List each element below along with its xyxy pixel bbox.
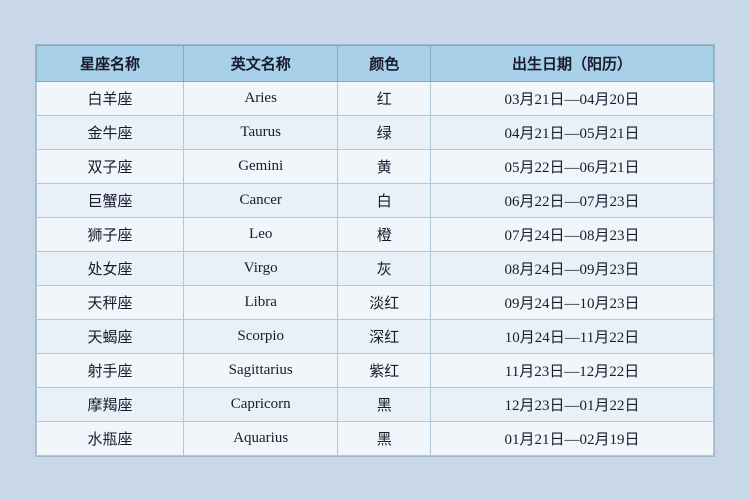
cell-chinese: 狮子座 [37, 217, 184, 251]
table-row: 处女座Virgo灰08月24日—09月23日 [37, 251, 714, 285]
cell-english: Sagittarius [183, 353, 337, 387]
cell-english: Virgo [183, 251, 337, 285]
cell-color: 黑 [338, 387, 431, 421]
cell-color: 深红 [338, 319, 431, 353]
cell-chinese: 天秤座 [37, 285, 184, 319]
cell-dates: 03月21日—04月20日 [430, 81, 713, 115]
zodiac-table-container: 星座名称 英文名称 颜色 出生日期（阳历） 白羊座Aries红03月21日—04… [35, 44, 715, 457]
cell-english: Gemini [183, 149, 337, 183]
table-row: 巨蟹座Cancer白06月22日—07月23日 [37, 183, 714, 217]
table-row: 白羊座Aries红03月21日—04月20日 [37, 81, 714, 115]
cell-dates: 12月23日—01月22日 [430, 387, 713, 421]
cell-color: 黑 [338, 421, 431, 455]
cell-chinese: 水瓶座 [37, 421, 184, 455]
cell-chinese: 巨蟹座 [37, 183, 184, 217]
cell-color: 橙 [338, 217, 431, 251]
cell-english: Libra [183, 285, 337, 319]
cell-chinese: 双子座 [37, 149, 184, 183]
cell-english: Aries [183, 81, 337, 115]
cell-chinese: 射手座 [37, 353, 184, 387]
col-header-dates: 出生日期（阳历） [430, 45, 713, 81]
col-header-chinese: 星座名称 [37, 45, 184, 81]
cell-color: 绿 [338, 115, 431, 149]
table-row: 金牛座Taurus绿04月21日—05月21日 [37, 115, 714, 149]
col-header-color: 颜色 [338, 45, 431, 81]
cell-dates: 09月24日—10月23日 [430, 285, 713, 319]
table-header-row: 星座名称 英文名称 颜色 出生日期（阳历） [37, 45, 714, 81]
table-row: 水瓶座Aquarius黑01月21日—02月19日 [37, 421, 714, 455]
cell-english: Taurus [183, 115, 337, 149]
table-row: 摩羯座Capricorn黑12月23日—01月22日 [37, 387, 714, 421]
cell-dates: 01月21日—02月19日 [430, 421, 713, 455]
cell-dates: 11月23日—12月22日 [430, 353, 713, 387]
cell-dates: 04月21日—05月21日 [430, 115, 713, 149]
col-header-english: 英文名称 [183, 45, 337, 81]
cell-dates: 10月24日—11月22日 [430, 319, 713, 353]
cell-chinese: 摩羯座 [37, 387, 184, 421]
cell-dates: 05月22日—06月21日 [430, 149, 713, 183]
cell-color: 紫红 [338, 353, 431, 387]
cell-color: 黄 [338, 149, 431, 183]
cell-chinese: 天蝎座 [37, 319, 184, 353]
cell-english: Cancer [183, 183, 337, 217]
table-body: 白羊座Aries红03月21日—04月20日金牛座Taurus绿04月21日—0… [37, 81, 714, 455]
cell-chinese: 白羊座 [37, 81, 184, 115]
cell-english: Capricorn [183, 387, 337, 421]
table-row: 双子座Gemini黄05月22日—06月21日 [37, 149, 714, 183]
table-row: 射手座Sagittarius紫红11月23日—12月22日 [37, 353, 714, 387]
cell-chinese: 处女座 [37, 251, 184, 285]
cell-color: 白 [338, 183, 431, 217]
cell-english: Leo [183, 217, 337, 251]
table-row: 天蝎座Scorpio深红10月24日—11月22日 [37, 319, 714, 353]
cell-color: 红 [338, 81, 431, 115]
cell-color: 淡红 [338, 285, 431, 319]
cell-english: Aquarius [183, 421, 337, 455]
cell-color: 灰 [338, 251, 431, 285]
cell-dates: 08月24日—09月23日 [430, 251, 713, 285]
cell-dates: 07月24日—08月23日 [430, 217, 713, 251]
table-row: 天秤座Libra淡红09月24日—10月23日 [37, 285, 714, 319]
cell-chinese: 金牛座 [37, 115, 184, 149]
cell-dates: 06月22日—07月23日 [430, 183, 713, 217]
table-row: 狮子座Leo橙07月24日—08月23日 [37, 217, 714, 251]
cell-english: Scorpio [183, 319, 337, 353]
zodiac-table: 星座名称 英文名称 颜色 出生日期（阳历） 白羊座Aries红03月21日—04… [36, 45, 714, 456]
